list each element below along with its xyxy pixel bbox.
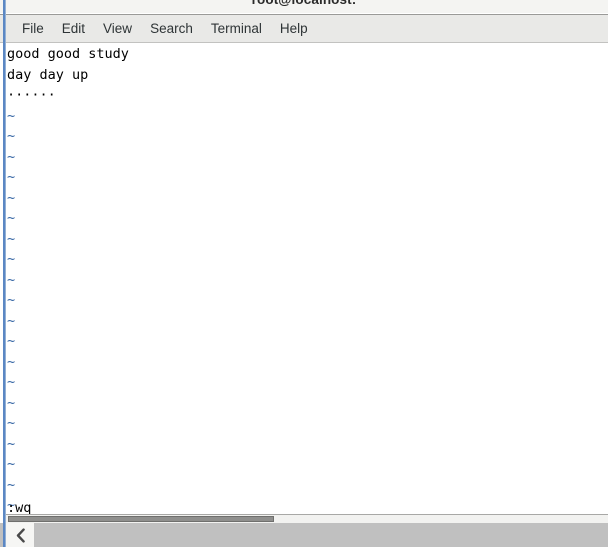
vim-empty-line-marker: ~ (7, 456, 16, 472)
terminal-output-area[interactable]: good good study day day up ······ ~ ~ ~ ~ ~ ~ ~ ~ ~… (6, 44, 608, 514)
chevron-left-icon (15, 527, 26, 543)
window-border-left-highlight (5, 0, 6, 547)
vim-empty-line-marker: ~ (7, 374, 16, 390)
vim-empty-line-marker: ~ (7, 271, 16, 288)
menu-item-search[interactable]: Search (141, 18, 202, 39)
vim-empty-line-marker: ~ (7, 312, 16, 329)
menu-item-help[interactable]: Help (271, 18, 317, 39)
horizontal-scrollbar[interactable] (6, 514, 608, 523)
vim-empty-line-marker: ~ (7, 107, 16, 124)
bottom-toolbar (0, 523, 608, 547)
vim-command-line: :wq (7, 500, 32, 514)
horizontal-scrollbar-thumb[interactable] (8, 516, 274, 522)
vim-empty-line-marker: ~ (7, 292, 16, 308)
vim-empty-line-marker: ~ (7, 230, 16, 247)
menu-item-terminal[interactable]: Terminal (202, 18, 271, 39)
vim-empty-line-marker: ~ (7, 333, 16, 349)
terminal-line: ······ (7, 87, 56, 103)
vim-empty-line-marker: ~ (7, 210, 16, 226)
vim-empty-line-marker: ~ (7, 148, 16, 165)
vim-empty-line-marker: ~ (7, 189, 16, 206)
vim-empty-line-marker: ~ (7, 497, 16, 513)
back-button[interactable] (6, 523, 34, 547)
menu-bar: File Edit View Search Terminal Help (0, 14, 608, 43)
window-title: root@localhost: (0, 0, 608, 7)
vim-empty-line-marker: ~ (7, 415, 16, 431)
terminal-line: day day up (7, 66, 89, 83)
vim-empty-line-marker: ~ (7, 394, 16, 411)
terminal-buffer: good good study day day up ······ ~ ~ ~ ~ ~ ~ ~ ~ ~… (7, 44, 607, 514)
vim-empty-line-marker: ~ (7, 435, 16, 452)
vim-empty-line-marker: ~ (7, 353, 16, 370)
vim-empty-line-marker: ~ (7, 476, 16, 493)
menu-item-file[interactable]: File (13, 18, 53, 39)
menu-item-edit[interactable]: Edit (53, 18, 94, 39)
vim-empty-line-marker: ~ (7, 169, 16, 185)
terminal-line: good good study (7, 46, 129, 62)
vim-empty-line-marker: ~ (7, 128, 16, 144)
terminal-window: root@localhost: File Edit View Search Te… (0, 0, 608, 547)
vim-empty-line-marker: ~ (7, 251, 16, 267)
title-bar: root@localhost: (0, 0, 608, 13)
menu-item-view[interactable]: View (94, 18, 141, 39)
